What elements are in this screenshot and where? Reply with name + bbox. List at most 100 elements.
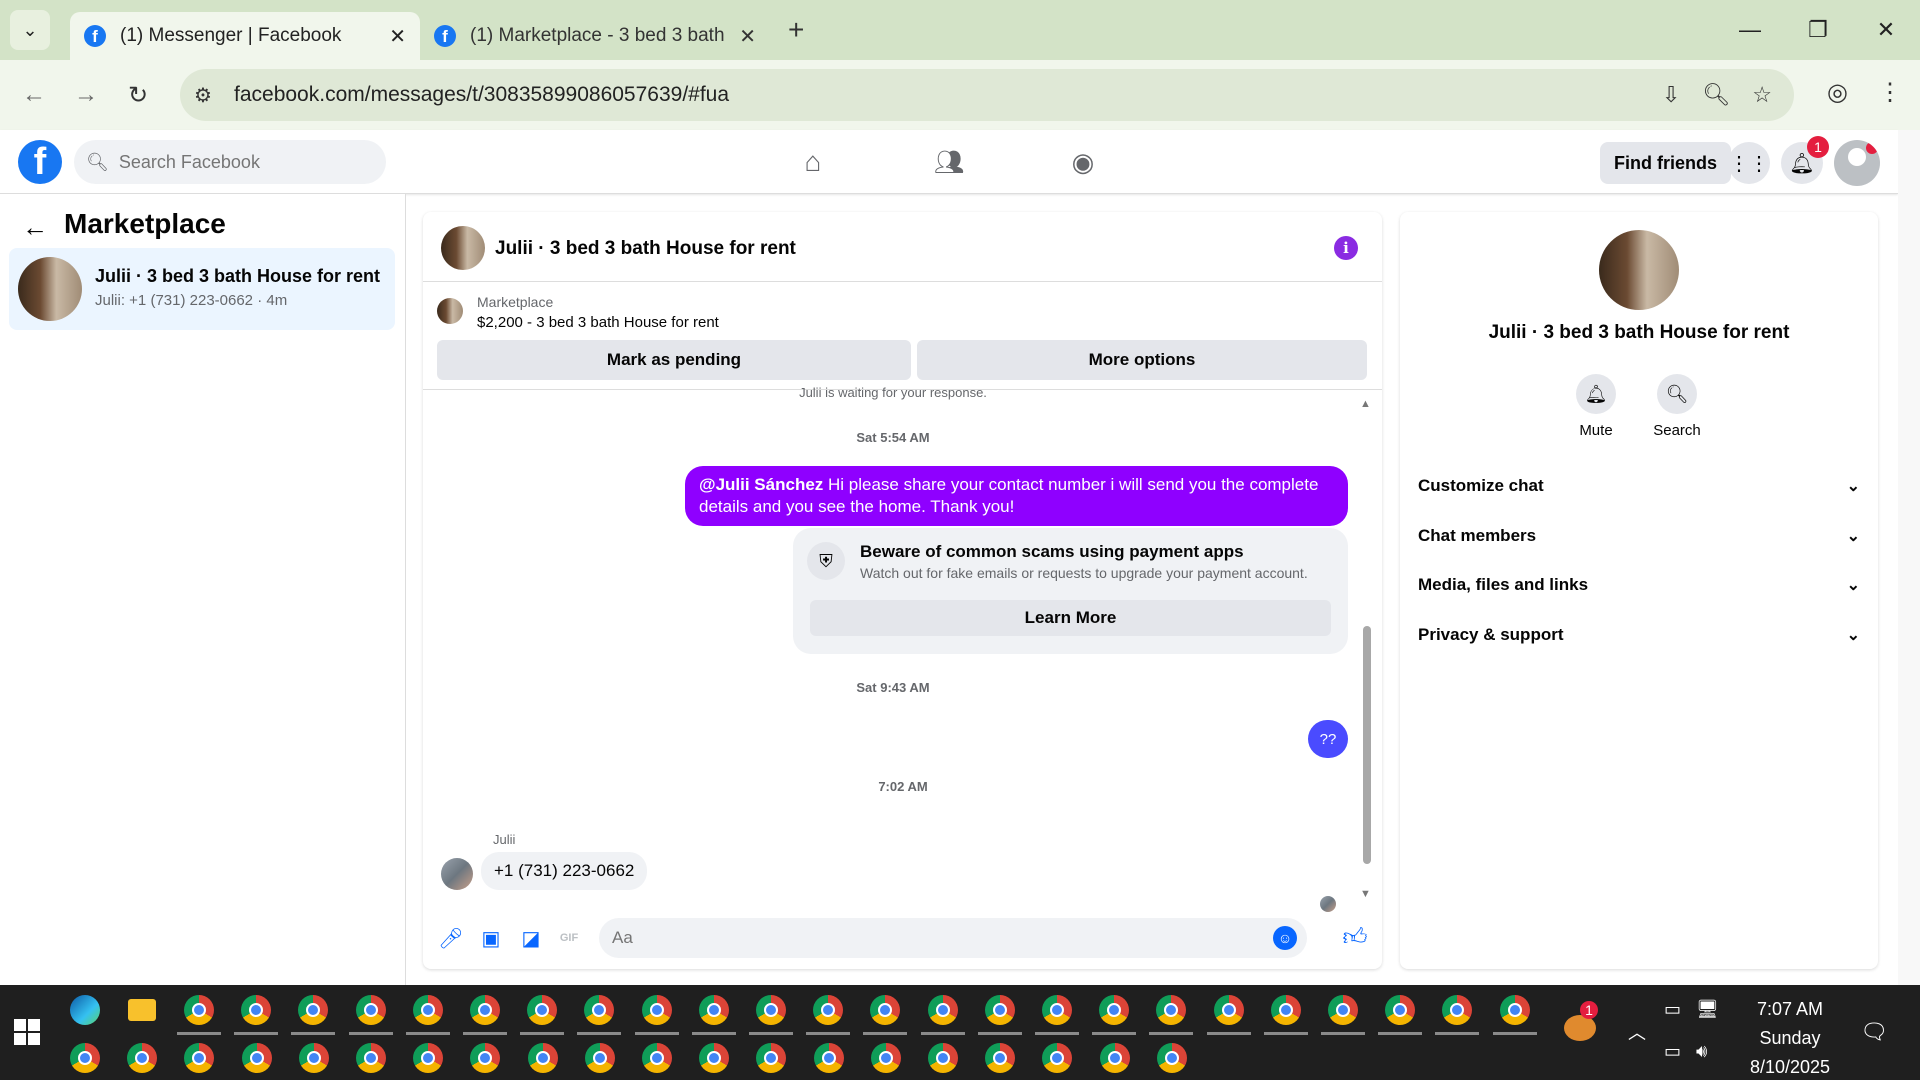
forward-icon[interactable]: → (60, 69, 112, 121)
chrome-icon[interactable] (1042, 995, 1072, 1025)
chrome-icon[interactable] (584, 1043, 615, 1073)
learn-more-button[interactable]: Learn More (810, 600, 1331, 636)
chrome-icon[interactable] (127, 1043, 158, 1073)
sender-avatar[interactable] (441, 858, 473, 890)
battery-icon[interactable]: ▭ (1664, 1041, 1681, 1062)
windows-start-icon[interactable] (14, 1019, 40, 1045)
tab-search-dropdown-icon[interactable]: ⌄ (10, 10, 50, 50)
chrome-icon[interactable] (698, 995, 729, 1025)
search-input[interactable] (118, 151, 369, 173)
chrome-icon[interactable] (70, 1043, 100, 1073)
chrome-icon[interactable] (870, 1043, 901, 1073)
listing-thumbnail[interactable] (1599, 230, 1679, 310)
chrome-icon[interactable] (470, 1043, 501, 1073)
chrome-icon[interactable] (1099, 1043, 1130, 1073)
action-center-icon[interactable]: 🗨︎ (1860, 1019, 1888, 1045)
reload-icon[interactable]: ↻ (112, 69, 164, 121)
mention[interactable]: @Julii Sánchez (699, 475, 823, 494)
message-input-box[interactable]: ☺ (599, 918, 1307, 958)
facebook-search[interactable]: 🔍︎ (74, 140, 386, 184)
chrome-icon[interactable] (298, 1043, 329, 1073)
chrome-icon[interactable] (1270, 995, 1301, 1025)
section-chat-members[interactable]: Chat members ⌄ (1418, 514, 1860, 558)
back-icon[interactable]: ← (8, 69, 60, 121)
chrome-icon[interactable] (527, 995, 558, 1025)
edge-icon[interactable] (70, 995, 100, 1025)
thumbs-up-icon[interactable]: 👍︎ (1341, 924, 1369, 952)
chrome-icon[interactable] (356, 1043, 386, 1073)
volume-icon[interactable]: 🔊︎ (1696, 1041, 1707, 1062)
conversation-item[interactable]: Julii · 3 bed 3 bath House for rent Juli… (9, 248, 395, 330)
account-avatar[interactable] (1834, 140, 1880, 186)
info-icon[interactable]: i (1334, 236, 1358, 260)
chrome-icon[interactable] (184, 1043, 215, 1073)
show-hidden-icons-chevron-icon[interactable]: ︿ (1628, 1019, 1646, 1045)
chrome-icon[interactable] (641, 995, 672, 1025)
install-app-icon[interactable]: ⇩ (1662, 82, 1680, 108)
section-privacy-support[interactable]: Privacy & support ⌄ (1418, 613, 1860, 657)
chrome-icon[interactable] (1442, 995, 1473, 1025)
chrome-icon[interactable] (1499, 995, 1530, 1025)
chat-title[interactable]: Julii · 3 bed 3 bath House for rent (495, 238, 796, 260)
chrome-icon[interactable] (928, 1043, 958, 1073)
new-tab-icon[interactable]: + (788, 14, 804, 46)
bookmark-star-icon[interactable]: ☆ (1752, 82, 1772, 108)
back-arrow-icon[interactable]: ← (22, 212, 48, 243)
zoom-icon[interactable]: 🔍︎ (1702, 82, 1730, 108)
page-scrollbar[interactable] (1898, 130, 1920, 985)
chrome-icon[interactable] (1328, 995, 1358, 1025)
tab-messenger[interactable]: f (1) Messenger | Facebook ✕ (70, 12, 420, 60)
chrome-icon[interactable] (927, 995, 958, 1025)
chrome-icon[interactable] (355, 995, 386, 1025)
notifications-bell-icon[interactable]: 🔔︎ 1 (1781, 136, 1829, 184)
sticker-icon[interactable]: ◪ (517, 924, 545, 952)
chrome-icon[interactable] (184, 995, 214, 1025)
chrome-icon[interactable] (527, 1043, 558, 1073)
search-button[interactable]: 🔍︎ Search (1642, 374, 1712, 439)
meet-now-icon[interactable]: ▭ (1664, 999, 1681, 1020)
gif-icon[interactable]: GIF (555, 924, 583, 952)
chrome-icon[interactable] (813, 1043, 844, 1073)
close-tab-icon[interactable]: ✕ (389, 24, 406, 49)
profile-icon[interactable]: ◎ (1827, 78, 1848, 107)
chrome-icon[interactable] (470, 995, 500, 1025)
file-explorer-icon[interactable] (128, 999, 156, 1021)
address-bar[interactable]: ⚙ facebook.com/messages/t/30835899086057… (180, 69, 1794, 121)
chrome-icon[interactable] (1099, 995, 1130, 1025)
chrome-icon[interactable] (241, 995, 272, 1025)
chrome-icon[interactable] (1156, 1043, 1187, 1073)
url-text[interactable]: facebook.com/messages/t/3083589908605763… (234, 83, 1662, 107)
chrome-icon[interactable] (870, 995, 901, 1025)
menu-grid-icon[interactable]: ⋮⋮ (1728, 142, 1770, 184)
more-options-button[interactable]: More options (917, 340, 1367, 380)
chrome-icon[interactable] (699, 1043, 730, 1073)
chrome-icon[interactable] (584, 995, 615, 1025)
chrome-icon[interactable] (756, 995, 786, 1025)
close-tab-icon[interactable]: ✕ (739, 24, 756, 49)
chrome-icon[interactable] (413, 1043, 444, 1073)
chrome-icon[interactable] (813, 995, 844, 1025)
system-clock[interactable]: 7:07 AM Sunday 8/10/2025 (1720, 995, 1860, 1080)
microphone-icon[interactable]: 🎤︎ (437, 924, 465, 952)
friends-icon[interactable]: 👥︎ (924, 142, 974, 182)
network-icon[interactable]: 🖥︎ (1696, 999, 1719, 1020)
close-window-icon[interactable]: ✕ (1852, 0, 1920, 60)
groups-icon[interactable]: ◉ (1058, 142, 1108, 182)
tab-marketplace[interactable]: f (1) Marketplace - 3 bed 3 bath ✕ (420, 12, 770, 60)
section-customize-chat[interactable]: Customize chat ⌄ (1418, 464, 1860, 508)
scroll-up-icon[interactable]: ▲ (1360, 398, 1371, 410)
chrome-icon[interactable] (985, 1043, 1016, 1073)
emoji-icon[interactable]: ☺ (1273, 926, 1297, 950)
scroll-down-icon[interactable]: ▼ (1360, 888, 1371, 900)
minimize-icon[interactable]: — (1716, 0, 1784, 60)
chrome-icon[interactable] (1156, 995, 1187, 1025)
restore-icon[interactable]: ❐ (1784, 0, 1852, 60)
photo-icon[interactable]: ▣ (477, 924, 505, 952)
chrome-icon[interactable] (984, 995, 1015, 1025)
chrome-icon[interactable] (756, 1043, 787, 1073)
mark-as-pending-button[interactable]: Mark as pending (437, 340, 911, 380)
listing-thumbnail[interactable] (441, 226, 485, 270)
chrome-icon[interactable] (412, 995, 443, 1025)
section-media-files-links[interactable]: Media, files and links ⌄ (1418, 563, 1860, 607)
chrome-icon[interactable] (642, 1043, 672, 1073)
